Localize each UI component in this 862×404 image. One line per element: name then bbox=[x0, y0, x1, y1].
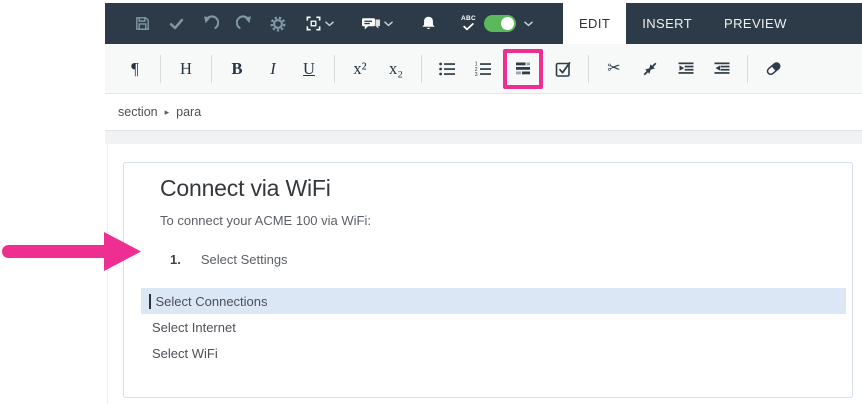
line-text: Select Internet bbox=[152, 319, 236, 335]
tab-insert[interactable]: INSERT bbox=[626, 3, 708, 44]
chat-bubbles-icon bbox=[362, 17, 380, 29]
step-number: 1. bbox=[170, 252, 181, 267]
heading-button[interactable]: H bbox=[168, 50, 204, 88]
breadcrumb: section ▸ para bbox=[105, 94, 862, 131]
ordered-list-icon: 1 2 3 bbox=[475, 61, 491, 77]
comments-dropdown[interactable] bbox=[358, 3, 393, 44]
editable-line[interactable]: Select WiFi bbox=[141, 340, 846, 366]
toolbar-divider bbox=[421, 54, 422, 83]
redo-arrow-icon bbox=[235, 15, 251, 29]
procedure-step-1[interactable]: 1. Select Settings bbox=[170, 252, 846, 267]
text-cursor bbox=[149, 293, 151, 309]
indent-block-button[interactable] bbox=[668, 50, 704, 88]
tab-insert-label: INSERT bbox=[642, 16, 693, 31]
line-text: Select WiFi bbox=[152, 345, 218, 361]
fullscreen-dropdown[interactable] bbox=[301, 3, 334, 44]
toolbar-divider bbox=[747, 54, 748, 83]
toolbar-divider bbox=[334, 54, 335, 83]
chevron-down-icon bbox=[524, 20, 533, 26]
abc-check-mark-icon bbox=[463, 22, 474, 31]
spellcheck-button[interactable]: ABC bbox=[461, 16, 476, 31]
notifications-button[interactable] bbox=[411, 3, 445, 44]
chevron-down-icon bbox=[384, 20, 393, 26]
settings-button[interactable] bbox=[261, 3, 295, 44]
annotation-highlight-box bbox=[503, 48, 543, 89]
toolbar-divider bbox=[211, 54, 212, 83]
spellcheck-controls: ABC bbox=[461, 15, 533, 32]
app-window: ABC EDIT INSERT PREVIEW ¶ H B I U x² x₂ bbox=[0, 0, 862, 404]
underline-button[interactable]: U bbox=[291, 50, 327, 88]
scissors-icon: ✂ bbox=[607, 59, 621, 77]
content-top-divider bbox=[105, 131, 862, 144]
tab-preview[interactable]: PREVIEW bbox=[708, 3, 803, 44]
chevron-down-icon bbox=[325, 20, 334, 26]
document-intro-paragraph[interactable]: To connect your ACME 100 via WiFi: bbox=[160, 213, 846, 228]
superscript-button[interactable]: x² bbox=[342, 50, 378, 88]
toggle-knob bbox=[500, 17, 514, 30]
undo-button[interactable] bbox=[193, 3, 227, 44]
bell-icon bbox=[421, 16, 435, 30]
tab-edit-label: EDIT bbox=[578, 16, 611, 31]
toolbar-divider bbox=[588, 54, 589, 83]
gear-icon bbox=[270, 15, 286, 32]
outdent-block-button[interactable] bbox=[704, 50, 740, 88]
editor-left-edge bbox=[107, 144, 108, 404]
floppy-icon bbox=[135, 17, 149, 30]
document-panel[interactable]: Connect via WiFi To connect your ACME 10… bbox=[123, 162, 853, 398]
toolbar-divider bbox=[160, 54, 161, 83]
redo-button[interactable] bbox=[227, 3, 261, 44]
checklist-button[interactable] bbox=[545, 50, 581, 88]
breadcrumb-separator-icon: ▸ bbox=[164, 106, 170, 117]
mode-tabs: EDIT INSERT PREVIEW bbox=[562, 0, 803, 44]
ordered-list-button[interactable]: 1 2 3 bbox=[465, 50, 501, 88]
spellcheck-toggle[interactable] bbox=[483, 15, 516, 32]
bullet-list-button[interactable] bbox=[429, 50, 465, 88]
editable-line-selected[interactable]: Select Connections bbox=[141, 288, 846, 314]
bold-button[interactable]: B bbox=[219, 50, 255, 88]
merge-button[interactable] bbox=[632, 50, 668, 88]
format-toolbar: ¶ H B I U x² x₂ 1 2 3 ✂ bbox=[105, 44, 862, 94]
step-text[interactable]: Select Settings bbox=[201, 252, 288, 267]
line-text: Select Connections bbox=[155, 293, 268, 309]
fullscreen-button[interactable] bbox=[301, 3, 325, 44]
tab-preview-label: PREVIEW bbox=[724, 16, 787, 31]
annotation-arrow bbox=[2, 232, 141, 271]
tab-edit[interactable]: EDIT bbox=[562, 0, 627, 44]
merge-arrows-icon bbox=[643, 62, 657, 75]
breadcrumb-item-section[interactable]: section bbox=[118, 105, 158, 119]
bullet-list-icon bbox=[439, 62, 455, 75]
eraser-icon bbox=[766, 62, 780, 76]
comments-button[interactable] bbox=[358, 3, 384, 44]
top-toolbar: ABC EDIT INSERT PREVIEW bbox=[105, 0, 862, 44]
breadcrumb-item-para[interactable]: para bbox=[176, 105, 201, 119]
indent-block-icon bbox=[678, 62, 694, 74]
svg-text:3: 3 bbox=[475, 72, 478, 77]
fullscreen-icon bbox=[306, 16, 320, 31]
approve-button[interactable] bbox=[159, 3, 193, 44]
paragraph-button[interactable]: ¶ bbox=[117, 50, 153, 88]
editable-line[interactable]: Select Internet bbox=[141, 314, 846, 340]
check-icon bbox=[169, 18, 183, 30]
outdent-block-icon bbox=[714, 62, 730, 74]
document-title[interactable]: Connect via WiFi bbox=[160, 175, 846, 202]
save-button[interactable] bbox=[125, 3, 159, 44]
cut-button[interactable]: ✂ bbox=[596, 50, 632, 88]
procedure-button[interactable] bbox=[507, 53, 539, 85]
italic-button[interactable]: I bbox=[255, 50, 291, 88]
eraser-button[interactable] bbox=[755, 50, 791, 88]
subscript-button[interactable]: x₂ bbox=[378, 50, 414, 88]
undo-arrow-icon bbox=[203, 15, 219, 29]
procedure-icon bbox=[516, 62, 530, 75]
editor-content-area: Connect via WiFi To connect your ACME 10… bbox=[105, 131, 862, 404]
checkbox-icon bbox=[555, 62, 571, 77]
